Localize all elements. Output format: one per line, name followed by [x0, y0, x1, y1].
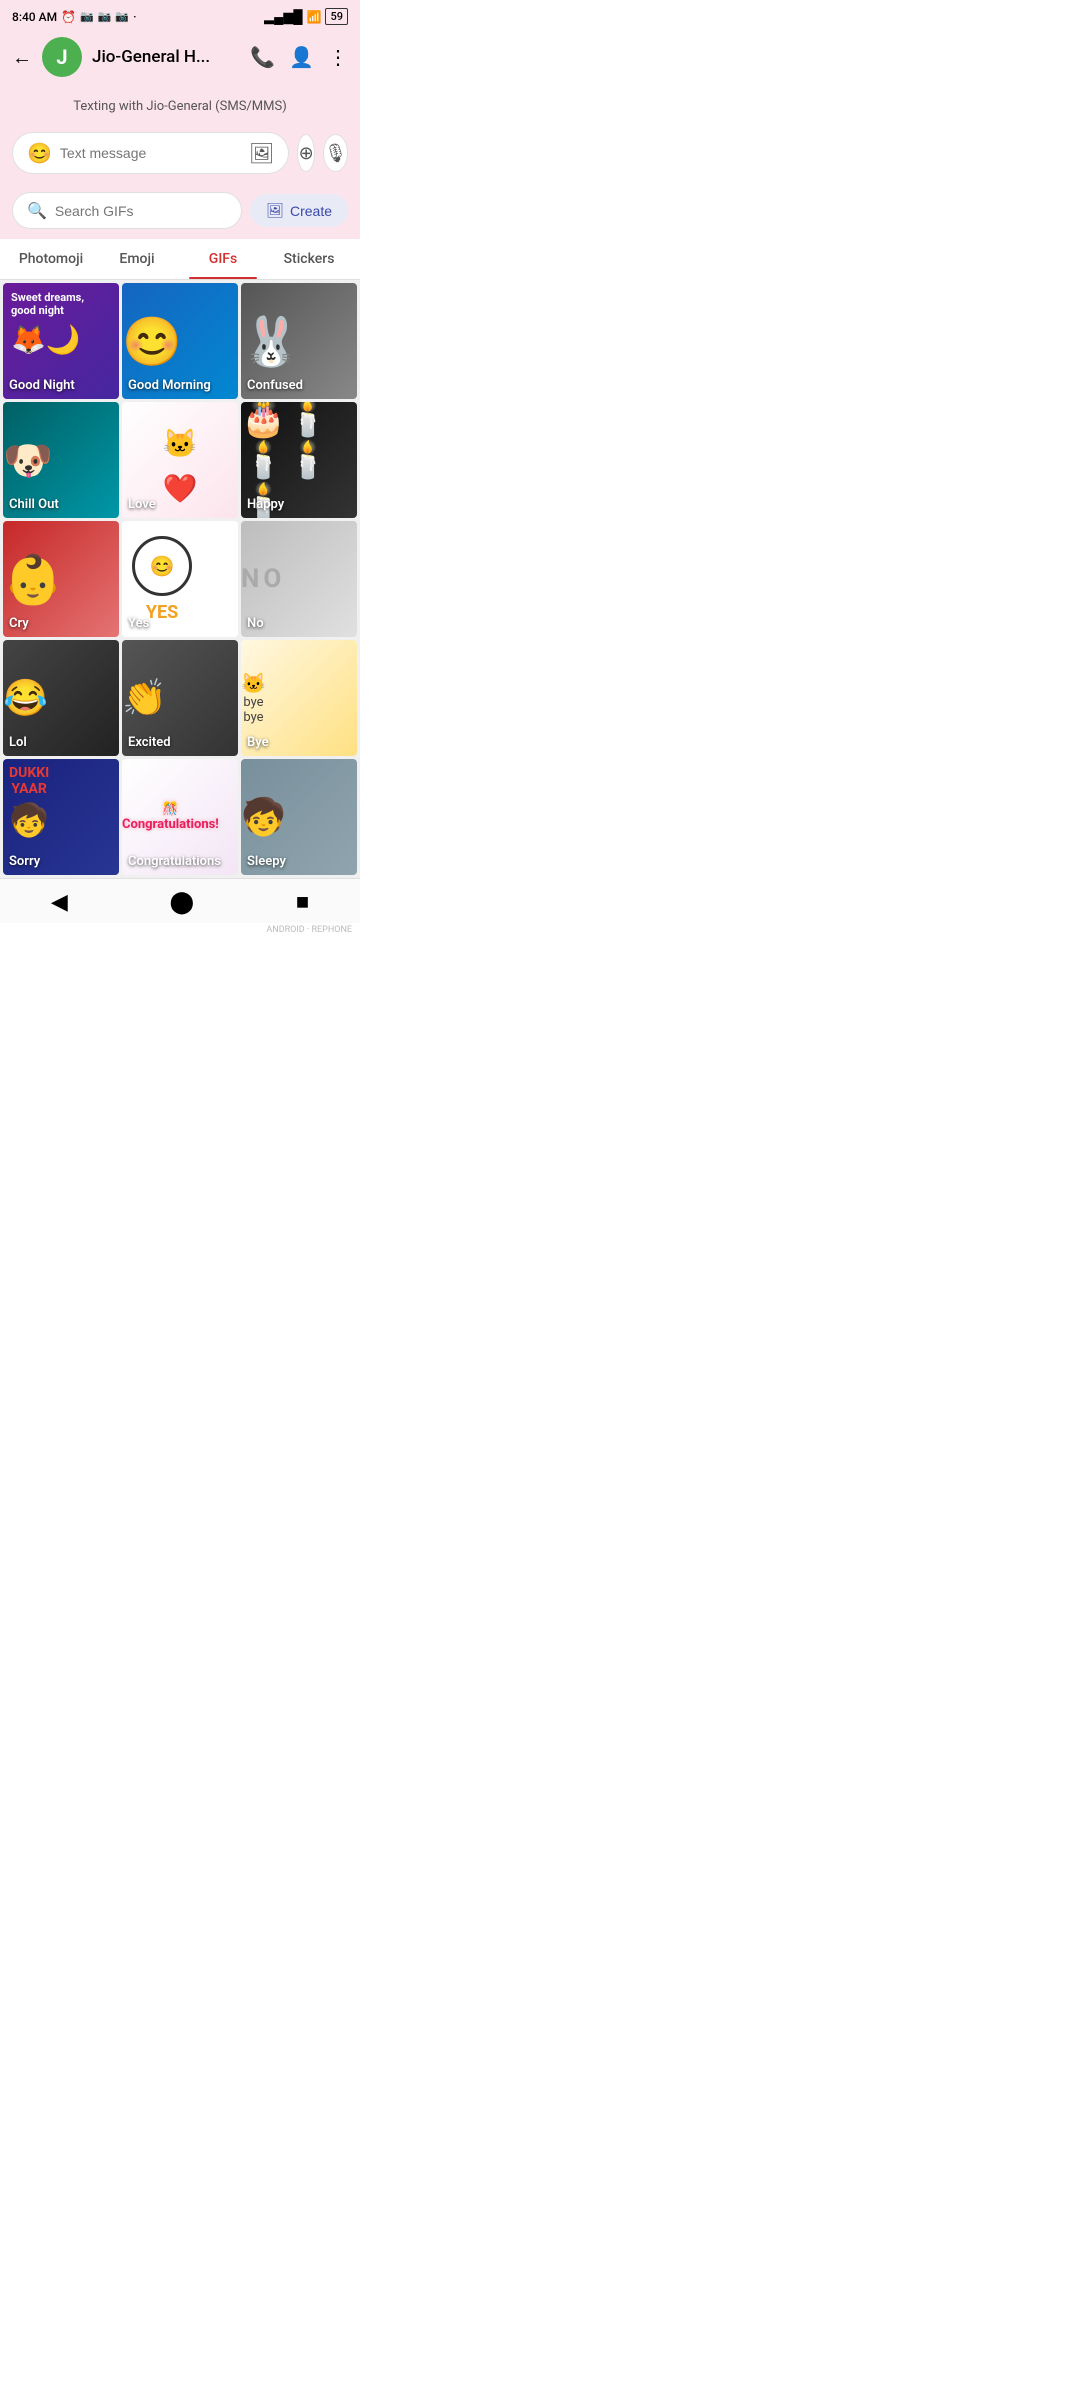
header-actions: 📞 👤 ⋮: [250, 45, 348, 69]
search-input[interactable]: [55, 203, 227, 219]
tabs-row: Photomoji Emoji GIFs Stickers: [0, 239, 360, 280]
gif-label-yes: Yes: [128, 616, 149, 631]
battery-icon: 59: [325, 8, 348, 25]
gif-item-yes[interactable]: 😊YES Yes: [122, 521, 238, 637]
message-input-bar: 😊 🖼 ⊕ 🎙: [0, 124, 360, 186]
home-nav-icon[interactable]: ⬤: [170, 890, 195, 915]
phone-icon[interactable]: 📞: [250, 45, 275, 69]
info-text: Texting with Jio-General (SMS/MMS): [73, 99, 286, 114]
wifi-icon: 📶: [307, 10, 322, 24]
add-person-icon[interactable]: 👤: [289, 45, 314, 69]
gif-label-confused: Confused: [247, 378, 303, 393]
gif-item-no[interactable]: NO No: [241, 521, 357, 637]
dot-indicator: ·: [133, 10, 136, 24]
back-nav-icon[interactable]: ◀: [51, 890, 68, 915]
gif-label-bye: Bye: [247, 735, 269, 750]
gif-item-bye[interactable]: 🐱byebye Bye: [241, 640, 357, 756]
mic-button[interactable]: 🎙: [323, 134, 348, 172]
gif-label-good-morning: Good Morning: [128, 378, 211, 393]
gif-item-confused[interactable]: 🐰 Confused: [241, 283, 357, 399]
gif-item-happy[interactable]: 🎂🕯️🕯️🕯️🕯️ Happy: [241, 402, 357, 518]
gallery-icon[interactable]: 🖼: [249, 141, 274, 165]
smiley-icon[interactable]: 😊: [27, 141, 52, 165]
gif-item-good-morning[interactable]: 😊 Good Morning: [122, 283, 238, 399]
info-bar: Texting with Jio-General (SMS/MMS): [0, 89, 360, 124]
nav-bar: ◀ ⬤ ■: [0, 878, 360, 923]
android-hint: ANDROID · REPHONE: [0, 923, 360, 937]
create-label: Create: [290, 203, 332, 219]
gif-label-lol: Lol: [9, 735, 27, 750]
gif-label-sorry: Sorry: [9, 854, 40, 869]
gif-label-chill-out: Chill Out: [9, 497, 59, 512]
message-input[interactable]: [60, 145, 241, 161]
gif-item-sleepy[interactable]: 🧒 Sleepy: [241, 759, 357, 875]
status-right: ▂▄▆█ 📶 59: [264, 8, 348, 25]
gif-label-cry: Cry: [9, 616, 29, 631]
back-button[interactable]: ←: [12, 45, 32, 70]
search-icon: 🔍: [27, 201, 47, 220]
gif-label-no: No: [247, 616, 264, 631]
status-bar: 8:40 AM ⏰ 📷 📷 📷 · ▂▄▆█ 📶 59: [0, 0, 360, 29]
avatar: J: [42, 37, 82, 77]
gif-item-good-night[interactable]: Sweet dreams,good night🦊🌙 Good Night: [3, 283, 119, 399]
insta-icon-1: 📷: [80, 10, 94, 23]
gif-item-cry[interactable]: 👶 Cry: [3, 521, 119, 637]
search-box: 🔍: [12, 192, 242, 229]
gif-item-sorry[interactable]: DUKKIYAAR🧒 Sorry: [3, 759, 119, 875]
gif-label-sleepy: Sleepy: [247, 854, 286, 869]
chat-title: Jio-General H...: [92, 47, 240, 67]
tab-gifs[interactable]: GIFs: [180, 239, 266, 279]
gif-label-good-night: Good Night: [9, 378, 75, 393]
gif-item-congratulations[interactable]: 🎊Congratulations! Congratulations: [122, 759, 238, 875]
message-input-box: 😊 🖼: [12, 132, 289, 174]
gif-label-congratulations: Congratulations: [128, 854, 221, 869]
insta-icon-2: 📷: [98, 10, 112, 23]
create-button[interactable]: 🖼 Create: [250, 194, 348, 227]
status-left: 8:40 AM ⏰ 📷 📷 📷 ·: [12, 10, 137, 24]
gif-item-lol[interactable]: 😂 Lol: [3, 640, 119, 756]
search-create-row: 🔍 🖼 Create: [0, 186, 360, 239]
tab-stickers[interactable]: Stickers: [266, 239, 352, 279]
gif-grid: Sweet dreams,good night🦊🌙 Good Night 😊 G…: [0, 280, 360, 878]
tab-photomoji[interactable]: Photomoji: [8, 239, 94, 279]
add-button[interactable]: ⊕: [297, 134, 315, 172]
tab-emoji[interactable]: Emoji: [94, 239, 180, 279]
signal-icon: ▂▄▆█: [264, 9, 302, 25]
alarm-icon: ⏰: [61, 10, 76, 24]
gif-item-love[interactable]: 🐱❤️ ❤️❤️ ❤️ Love: [122, 402, 238, 518]
gif-item-excited[interactable]: 👏 Excited: [122, 640, 238, 756]
create-icon: 🖼: [266, 202, 284, 219]
recent-nav-icon[interactable]: ■: [296, 889, 309, 915]
more-options-icon[interactable]: ⋮: [328, 45, 348, 69]
insta-icon-3: 📷: [115, 10, 129, 23]
status-time: 8:40 AM: [12, 10, 57, 24]
gif-label-happy: Happy: [247, 497, 284, 512]
gif-label-excited: Excited: [128, 735, 171, 750]
gif-label-love: Love: [128, 497, 156, 512]
header: ← J Jio-General H... 📞 👤 ⋮: [0, 29, 360, 89]
gif-item-chill-out[interactable]: 🐶 Chill Out: [3, 402, 119, 518]
